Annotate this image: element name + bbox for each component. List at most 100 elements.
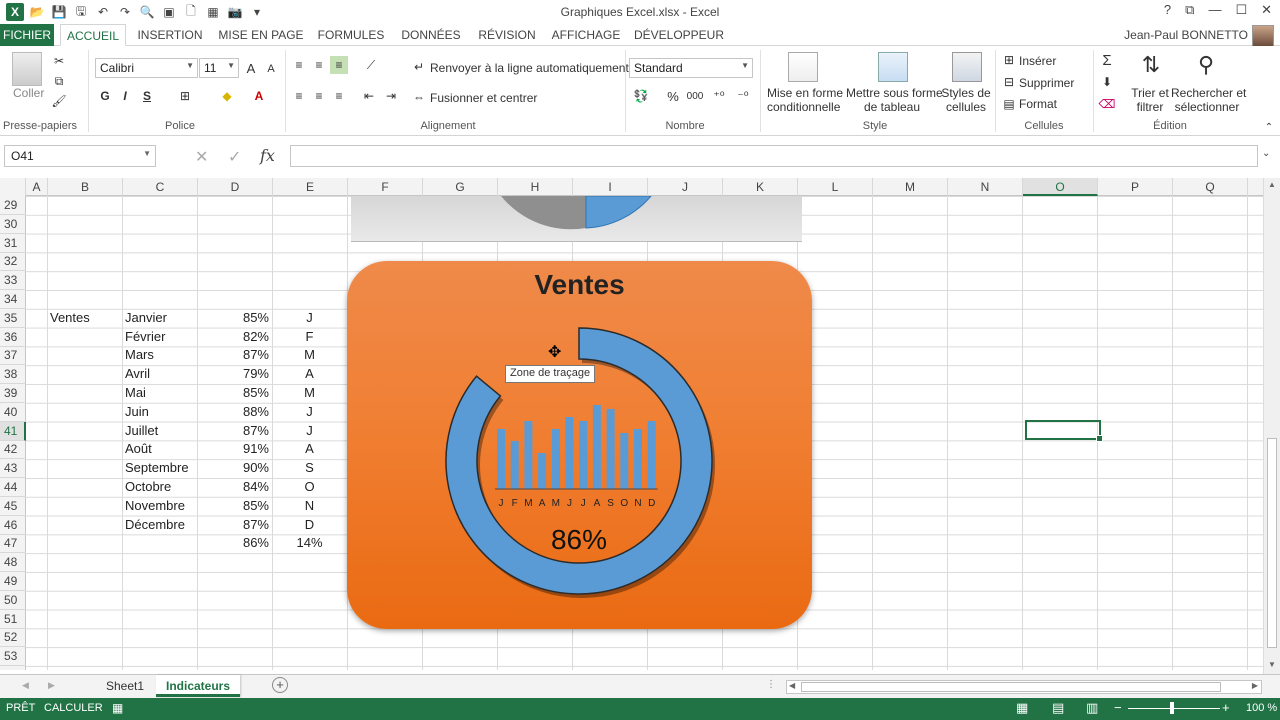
cell-month-value[interactable]: 85%	[200, 384, 269, 402]
row-header-37[interactable]: 37	[0, 346, 26, 366]
orientation-icon[interactable]: ⟋	[362, 56, 380, 74]
column-header-D[interactable]: D	[198, 178, 273, 196]
cell-month-initial[interactable]: M	[275, 346, 344, 364]
cell-month-value[interactable]: 87%	[200, 516, 269, 534]
page-break-view-icon[interactable]: ▥	[1086, 700, 1098, 716]
paste-icon[interactable]	[12, 52, 42, 86]
ribbon-display-button[interactable]: ⧉	[1185, 2, 1194, 18]
tab-accueil[interactable]: ACCUEIL	[60, 24, 126, 46]
scroll-right-icon[interactable]: ▶	[1252, 681, 1258, 690]
sort-filter-icon[interactable]: ⇅	[1136, 52, 1166, 82]
cell-month-initial[interactable]: J	[275, 309, 344, 327]
column-header-H[interactable]: H	[498, 178, 573, 196]
cell-month-name[interactable]: Mai	[125, 384, 194, 402]
borders-icon[interactable]: ⊞	[176, 87, 194, 105]
chart-above[interactable]	[351, 196, 802, 242]
print-preview-icon[interactable]: 🔍	[138, 3, 156, 21]
cell-month-initial[interactable]: J	[275, 422, 344, 440]
save-as-icon[interactable]: 🖫	[72, 3, 90, 21]
macro-record-icon[interactable]: ▦	[112, 701, 123, 715]
cell-styles-icon[interactable]	[952, 52, 982, 82]
page-layout-view-icon[interactable]: ▤	[1052, 700, 1064, 716]
italic-button[interactable]: I	[116, 87, 134, 105]
decrease-indent-icon[interactable]: ⇤	[360, 87, 378, 105]
cell-month-initial[interactable]: A	[275, 440, 344, 458]
status-calculate[interactable]: CALCULER	[44, 702, 103, 714]
copy-icon[interactable]: ⧉	[50, 72, 68, 90]
cell-month-initial[interactable]: J	[275, 403, 344, 421]
cell-month-value[interactable]: 91%	[200, 440, 269, 458]
cell-month-value[interactable]: 87%	[200, 422, 269, 440]
cell-E47-remainder[interactable]: 14%	[275, 534, 344, 552]
format-as-table-button[interactable]: Mettre sous forme de tableau	[846, 86, 943, 114]
avatar[interactable]	[1252, 25, 1274, 47]
cell-month-initial[interactable]: M	[275, 384, 344, 402]
next-sheet-icon[interactable]: ▶	[48, 680, 55, 691]
column-header-L[interactable]: L	[798, 178, 873, 196]
prev-sheet-icon[interactable]: ◀	[22, 680, 29, 691]
format-cells-button[interactable]: Format	[1019, 97, 1057, 111]
cell-month-name[interactable]: Avril	[125, 365, 194, 383]
tab-insertion[interactable]: INSERTION	[132, 24, 208, 46]
expand-formula-icon[interactable]: ⌄	[1262, 148, 1270, 159]
zoom-in-icon[interactable]: +	[1222, 700, 1230, 715]
row-header-44[interactable]: 44	[0, 478, 26, 497]
column-header-O[interactable]: O	[1023, 178, 1098, 196]
row-header-41[interactable]: 41	[0, 421, 26, 441]
new-sheet-button[interactable]: +	[272, 677, 288, 693]
row-header-46[interactable]: 46	[0, 516, 26, 535]
conditional-formatting-icon[interactable]	[788, 52, 818, 82]
scroll-down-icon[interactable]: ▼	[1268, 660, 1276, 669]
cell-month-name[interactable]: Août	[125, 440, 194, 458]
scroll-up-icon[interactable]: ▲	[1268, 180, 1276, 189]
merge-center-button[interactable]: Fusionner et centrer	[430, 91, 537, 105]
column-header-G[interactable]: G	[423, 178, 498, 196]
redo-icon[interactable]: ↷	[116, 3, 134, 21]
row-header-32[interactable]: 32	[0, 252, 26, 272]
row-header-31[interactable]: 31	[0, 234, 26, 253]
conditional-formatting-button[interactable]: Mise en forme conditionnelle	[767, 86, 843, 114]
comma-style-button[interactable]: 000	[684, 87, 706, 105]
vertical-scrollbar[interactable]: ▲ ▼	[1263, 178, 1280, 674]
sheet-tab-indicateurs[interactable]: Indicateurs	[156, 675, 241, 697]
cell-month-name[interactable]: Juin	[125, 403, 194, 421]
row-header-33[interactable]: 33	[0, 271, 26, 291]
name-box[interactable]: O41 ▼	[4, 145, 156, 167]
cell-B35[interactable]: Ventes	[50, 309, 119, 327]
formula-input[interactable]	[290, 145, 1258, 167]
cell-month-value[interactable]: 90%	[200, 459, 269, 477]
horizontal-scrollbar[interactable]: ◀ ▶	[786, 680, 1262, 694]
binoculars-icon[interactable]: ⚲	[1191, 52, 1221, 82]
clear-icon[interactable]: ⌫	[1098, 95, 1116, 113]
cell-month-value[interactable]: 82%	[200, 328, 269, 346]
undo-icon[interactable]: ↶	[94, 3, 112, 21]
tab-donnees[interactable]: DONNÉES	[396, 24, 466, 46]
align-bottom-icon[interactable]: ≡	[330, 56, 348, 74]
cell-month-value[interactable]: 88%	[200, 403, 269, 421]
cell-month-value[interactable]: 87%	[200, 346, 269, 364]
row-header-43[interactable]: 43	[0, 459, 26, 479]
new-file-icon[interactable]: 🗋	[182, 3, 200, 21]
sheet-tab-sheet1[interactable]: Sheet1	[96, 675, 154, 697]
increase-indent-icon[interactable]: ⇥	[382, 87, 400, 105]
maximize-button[interactable]: ☐	[1235, 2, 1247, 18]
sort-filter-button[interactable]: Trier et filtrer	[1131, 86, 1169, 114]
cell-month-initial[interactable]: D	[275, 516, 344, 534]
column-header-F[interactable]: F	[348, 178, 423, 196]
row-header-50[interactable]: 50	[0, 591, 26, 610]
row-header-39[interactable]: 39	[0, 384, 26, 403]
cell-month-initial[interactable]: S	[275, 459, 344, 477]
increase-decimal-icon[interactable]: ⁺⁰	[710, 87, 728, 105]
cell-D47-total[interactable]: 86%	[200, 534, 269, 552]
calculator-icon[interactable]: ▦	[204, 3, 222, 21]
row-header-48[interactable]: 48	[0, 553, 26, 573]
row-header-49[interactable]: 49	[0, 572, 26, 591]
row-header-35[interactable]: 35	[0, 309, 26, 328]
percent-style-button[interactable]: %	[664, 87, 682, 105]
cell-month-value[interactable]: 85%	[200, 309, 269, 327]
vertical-scroll-thumb[interactable]	[1267, 438, 1277, 648]
help-button[interactable]: ?	[1164, 2, 1171, 18]
row-header-51[interactable]: 51	[0, 610, 26, 629]
column-header-N[interactable]: N	[948, 178, 1023, 196]
number-format-select[interactable]: Standard ▼	[629, 58, 753, 78]
